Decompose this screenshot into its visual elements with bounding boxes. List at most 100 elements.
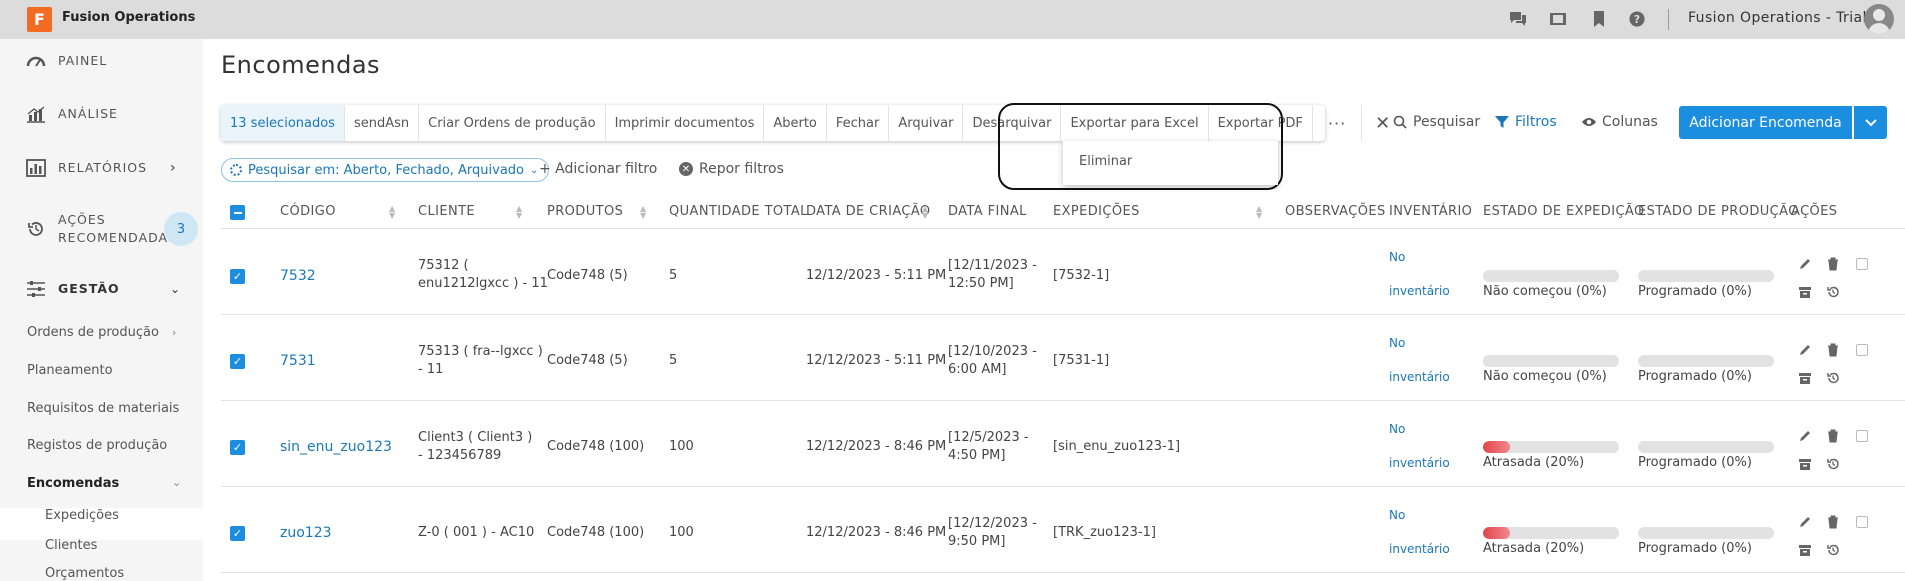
sidebar-item-analise[interactable]: ANÁLISE — [0, 104, 203, 124]
avatar[interactable] — [1864, 4, 1894, 34]
table-row[interactable]: ✓ sin_enu_zuo123 Client3 ( Client3 ) - 1… — [221, 402, 1905, 487]
add-order-button[interactable]: Adicionar Encomenda — [1679, 106, 1852, 139]
header-codigo[interactable]: CÓDIGO — [280, 204, 336, 219]
row-select-box[interactable] — [1856, 258, 1868, 270]
header-quantidade-total[interactable]: QUANTIDADE TOTAL — [669, 204, 808, 219]
sidebar-item-registos-de-producao[interactable]: Registos de produção — [27, 438, 167, 453]
history-icon[interactable] — [1826, 285, 1840, 299]
filters-button[interactable]: Filtros — [1495, 114, 1557, 130]
row-checkbox[interactable]: ✓ — [230, 440, 245, 455]
row-select-box[interactable] — [1856, 344, 1868, 356]
row-checkbox[interactable]: ✓ — [230, 526, 245, 541]
delete-icon[interactable] — [1826, 515, 1840, 529]
sort-icon[interactable]: ▲ ▼ — [922, 205, 928, 220]
creation-date: 12/12/2023 - 5:11 PM — [806, 268, 947, 283]
header-inventario[interactable]: INVENTÁRIO — [1389, 204, 1472, 219]
sidebar-item-expedicoes[interactable]: Expedições — [45, 508, 119, 523]
sidebar-item-clientes[interactable]: Clientes — [45, 538, 97, 553]
header-produtos[interactable]: PRODUTOS — [547, 204, 623, 219]
edit-icon[interactable] — [1798, 429, 1812, 443]
header-estado-producao[interactable]: ESTADO DE PRODUÇÃO — [1638, 204, 1799, 219]
header-observacoes[interactable]: OBSERVAÇÕES — [1285, 204, 1386, 219]
archive-icon[interactable] — [1798, 543, 1812, 557]
header-data-final[interactable]: DATA FINAL — [948, 204, 1027, 219]
app-title[interactable]: Fusion Operations — [62, 10, 195, 25]
header-data-criacao[interactable]: DATA DE CRIAÇÃO — [806, 204, 931, 219]
table-row[interactable]: ✓ 7531 75313 ( fra--lgxcc ) - 11 Code748… — [221, 316, 1905, 401]
add-order-menu-button[interactable] — [1854, 106, 1887, 139]
sidebar-item-relatorios[interactable]: RELATÓRIOS › — [0, 158, 203, 178]
org-name[interactable]: Fusion Operations - Trial — [1688, 10, 1867, 26]
send-asn-button[interactable]: sendAsn — [345, 105, 420, 141]
row-checkbox[interactable]: ✓ — [230, 354, 245, 369]
history-icon[interactable] — [1826, 371, 1840, 385]
order-code-link[interactable]: 7532 — [280, 267, 316, 285]
order-code-link[interactable]: 7531 — [280, 352, 316, 370]
close-orders-button[interactable]: Fechar — [827, 105, 890, 141]
row-select-box[interactable] — [1856, 516, 1868, 528]
svg-text:?: ? — [1634, 13, 1640, 26]
sort-icon[interactable]: ▲ ▼ — [1256, 205, 1262, 220]
sidebar-item-orcamentos[interactable]: Orçamentos — [45, 566, 124, 581]
edit-icon[interactable] — [1798, 343, 1812, 357]
delete-icon[interactable] — [1826, 257, 1840, 271]
help-icon[interactable]: ? — [1628, 11, 1646, 27]
delete-menu-item[interactable]: Eliminar — [1079, 154, 1132, 169]
inventory-link[interactable]: No — [1389, 498, 1405, 532]
create-production-orders-button[interactable]: Criar Ordens de produção — [419, 105, 606, 141]
history-icon[interactable] — [1826, 457, 1840, 471]
edit-icon[interactable] — [1798, 257, 1812, 271]
archive-icon[interactable] — [1798, 371, 1812, 385]
edit-icon[interactable] — [1798, 515, 1812, 529]
sidebar-item-ordens-de-producao[interactable]: Ordens de produção — [27, 325, 159, 340]
sidebar-item-painel[interactable]: PAINEL — [0, 51, 203, 71]
chat-icon[interactable] — [1509, 11, 1527, 27]
sidebar-item-requisitos-de-materiais[interactable]: Requisitos de materiais — [27, 401, 179, 416]
select-all-checkbox[interactable] — [230, 205, 245, 220]
delete-icon[interactable] — [1826, 429, 1840, 443]
sidebar-item-gestao[interactable]: GESTÃO ⌄ — [0, 279, 203, 299]
sidebar-item-planeamento[interactable]: Planeamento — [27, 363, 113, 378]
table-row[interactable]: ✓ 7532 75312 ( enu1212lgxcc ) - 11 Code7… — [221, 230, 1905, 315]
header-expedicoes[interactable]: EXPEDIÇÕES — [1053, 204, 1140, 219]
end-date-line-1: [12/5/2023 - — [948, 430, 1029, 445]
sidebar-item-encomendas[interactable]: Encomendas — [27, 476, 119, 491]
inventory-link[interactable]: inventário — [1389, 360, 1450, 394]
sort-icon[interactable]: ▲ ▼ — [640, 205, 646, 220]
inventory-link[interactable]: inventário — [1389, 446, 1450, 480]
inventory-link[interactable]: No — [1389, 412, 1405, 446]
selected-count[interactable]: 13 selecionados — [221, 105, 345, 141]
archive-icon[interactable] — [1798, 285, 1812, 299]
more-actions-icon[interactable]: ··· — [1313, 105, 1363, 141]
delete-icon[interactable] — [1826, 343, 1840, 357]
search-in-filter-chip[interactable]: Pesquisar em: Aberto, Fechado, Arquivado… — [221, 158, 550, 182]
archive-icon[interactable] — [1798, 457, 1812, 471]
add-filter-button[interactable]: + Adicionar filtro — [539, 161, 657, 177]
open-button[interactable]: Aberto — [764, 105, 827, 141]
inventory-link[interactable]: No — [1389, 326, 1405, 360]
bookmark-icon[interactable] — [1590, 11, 1608, 27]
film-icon[interactable] — [1549, 11, 1567, 27]
archive-button[interactable]: Arquivar — [889, 105, 964, 141]
sort-icon[interactable]: ▲ ▼ — [516, 205, 522, 220]
inventory-link[interactable]: inventário — [1389, 532, 1450, 566]
columns-button[interactable]: Colunas — [1582, 114, 1658, 130]
reset-filters-button[interactable]: ✕ Repor filtros — [679, 161, 784, 177]
header-estado-expedicao[interactable]: ESTADO DE EXPEDIÇÃO — [1483, 204, 1645, 219]
history-icon[interactable] — [1826, 543, 1840, 557]
print-documents-button[interactable]: Imprimir documentos — [606, 105, 765, 141]
sidebar-item-acoes-recomendadas[interactable]: AÇÕES RECOMENDADAS 3 — [0, 211, 203, 247]
inventory-link[interactable]: inventário — [1389, 274, 1450, 308]
header-cliente[interactable]: CLIENTE — [418, 204, 475, 219]
order-code-link[interactable]: sin_enu_zuo123 — [280, 438, 392, 456]
sort-icon[interactable]: ▲ ▼ — [389, 205, 395, 220]
table-row[interactable]: ✓ zuo123 Z-0 ( 001 ) - AC10 Code748 (100… — [221, 488, 1905, 573]
row-select-box[interactable] — [1856, 430, 1868, 442]
end-date-line-2: 9:50 PM] — [948, 534, 1006, 549]
row-checkbox[interactable]: ✓ — [230, 269, 245, 284]
reset-filters-label: Repor filtros — [699, 161, 784, 177]
search-button[interactable]: Pesquisar — [1393, 114, 1480, 130]
order-code-link[interactable]: zuo123 — [280, 524, 332, 542]
inventory-link[interactable]: No — [1389, 240, 1405, 274]
app-logo[interactable]: F — [27, 7, 52, 32]
